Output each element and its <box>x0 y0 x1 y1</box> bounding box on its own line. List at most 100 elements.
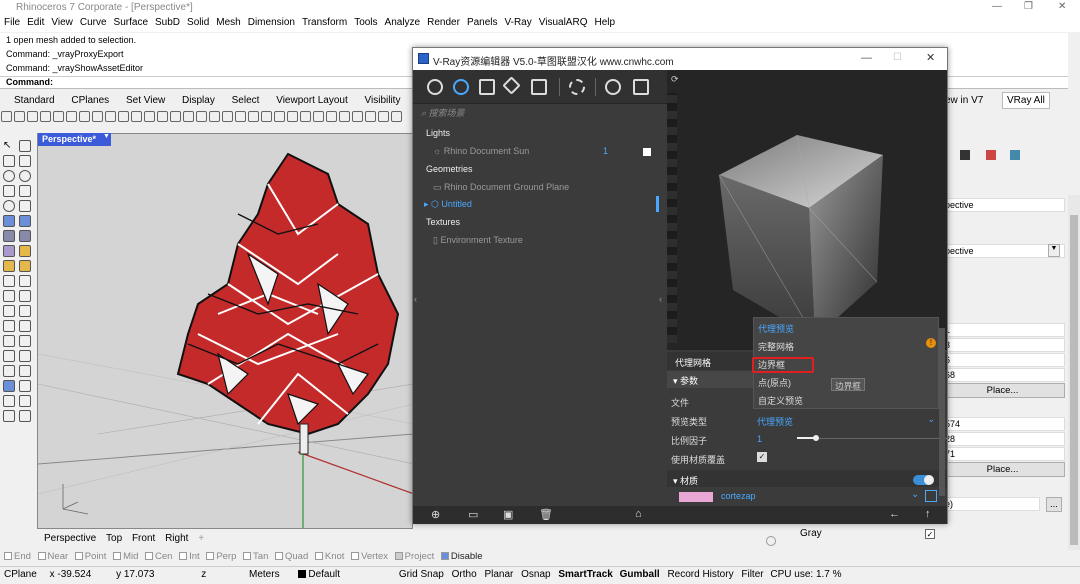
cplane-icon[interactable] <box>183 111 194 122</box>
scale-icon[interactable] <box>19 320 31 332</box>
status-gumball[interactable]: Gumball <box>620 567 660 580</box>
chevron-down-icon[interactable]: ⌄ <box>911 489 919 500</box>
extrude-icon[interactable] <box>19 260 31 272</box>
tab-display[interactable]: Display <box>182 92 215 106</box>
menu-dimension[interactable]: Dimension <box>244 16 298 28</box>
status-planar[interactable]: Planar <box>484 567 513 580</box>
new-icon[interactable] <box>1 111 12 122</box>
open-folder-icon[interactable]: ▭ <box>468 508 478 521</box>
material-name[interactable]: cortezap <box>721 491 756 501</box>
rotate-tool-icon[interactable] <box>3 320 15 332</box>
osnap-near[interactable]: Near <box>37 551 68 562</box>
open-icon[interactable] <box>14 111 25 122</box>
render-icon[interactable] <box>209 111 220 122</box>
menu-edit[interactable]: Edit <box>23 16 47 28</box>
lights-icon[interactable] <box>453 79 469 95</box>
text-icon[interactable] <box>19 350 31 362</box>
array-icon[interactable] <box>19 335 31 347</box>
detail-icon[interactable] <box>19 395 31 407</box>
tab-visibility[interactable]: Visibility <box>365 92 401 106</box>
add-viewport-icon[interactable]: + <box>198 531 204 544</box>
dropdown-header[interactable]: 代理预览 <box>758 322 794 335</box>
group-icon[interactable] <box>339 111 350 122</box>
add-asset-icon[interactable]: ⊕ <box>431 508 440 521</box>
menu-view[interactable]: View <box>47 16 76 28</box>
split-icon[interactable] <box>19 290 31 302</box>
gear-icon[interactable] <box>3 410 15 422</box>
render-tool-icon[interactable] <box>3 380 15 392</box>
mesh-tool-icon[interactable] <box>3 245 15 257</box>
save-icon[interactable] <box>27 111 38 122</box>
rotate-icon[interactable] <box>131 111 142 122</box>
rp-field[interactable]: 3 <box>940 338 1065 352</box>
frame-buffer-icon[interactable] <box>633 79 649 95</box>
menu-transform[interactable]: Transform <box>298 16 350 28</box>
properties-icon[interactable] <box>261 111 272 122</box>
scale-slider-handle[interactable] <box>813 435 819 441</box>
status-osnap[interactable]: Osnap <box>521 567 550 580</box>
category-lights[interactable]: Lights <box>426 128 450 138</box>
menu-visualarq[interactable]: VisualARQ <box>535 16 591 28</box>
tree-item-untitled[interactable]: ▸ ⬡ Untitled <box>424 196 659 212</box>
tree-item-ground-plane[interactable]: ▭ Rhino Document Ground Plane <box>433 182 659 193</box>
material-link-icon[interactable] <box>925 490 937 502</box>
tool-icon[interactable] <box>391 111 402 122</box>
light-tool-icon[interactable] <box>19 380 31 392</box>
zoom-icon[interactable] <box>144 111 155 122</box>
rp-field[interactable]: 574 <box>940 417 1065 431</box>
delete-icon[interactable]: 🗑 <box>539 508 553 521</box>
vp-tab-right[interactable]: Right <box>165 531 188 544</box>
material-icon[interactable] <box>235 111 246 122</box>
copy-icon[interactable] <box>92 111 103 122</box>
scrollbar-thumb[interactable] <box>1070 215 1078 545</box>
place-button[interactable]: Place... <box>940 462 1065 477</box>
rectangle-icon[interactable] <box>19 185 31 197</box>
display-icon[interactable] <box>960 150 970 160</box>
menu-surface[interactable]: Surface <box>110 16 151 28</box>
copy-tool-icon[interactable] <box>19 305 31 317</box>
dimension-icon[interactable] <box>3 350 15 362</box>
pan-icon[interactable] <box>118 111 129 122</box>
rp-field[interactable]: 68 <box>940 368 1065 382</box>
expand-arrow-icon[interactable]: ▸ <box>424 199 431 209</box>
minimize-icon[interactable]: — <box>861 52 872 64</box>
sun-color-swatch[interactable] <box>643 148 651 156</box>
tree-item-sun[interactable]: ☼ Rhino Document Sun 1 <box>433 146 659 156</box>
back-arrow-icon[interactable]: ← <box>889 508 900 520</box>
mirror-icon[interactable] <box>3 335 15 347</box>
point-icon[interactable] <box>19 140 31 152</box>
tab-new-in-v7[interactable]: ew in V7 <box>945 92 983 106</box>
osnap-int[interactable]: Int <box>179 551 200 562</box>
materials-icon[interactable] <box>427 79 443 95</box>
move-icon[interactable] <box>3 305 15 317</box>
polygon-icon[interactable] <box>3 185 15 197</box>
show-icon[interactable] <box>326 111 337 122</box>
fillet-icon[interactable] <box>19 200 31 212</box>
help-icon[interactable] <box>287 111 298 122</box>
option-point-origin[interactable]: 点(原点) <box>758 376 791 389</box>
osnap-point[interactable]: Point <box>74 551 106 562</box>
rp-field[interactable]: pective <box>940 244 1065 258</box>
osnap-vertex[interactable]: Vertex <box>351 551 388 562</box>
osnap-mid[interactable]: Mid <box>113 551 138 562</box>
layer-icon[interactable] <box>248 111 259 122</box>
osnap-quad[interactable]: Quad <box>275 551 308 562</box>
tab-viewport-layout[interactable]: Viewport Layout <box>276 92 348 106</box>
print-icon[interactable] <box>40 111 51 122</box>
preview-type-select[interactable]: 代理预览 ⌄ <box>757 414 939 428</box>
minimize-icon[interactable]: — <box>992 1 1002 12</box>
menu-curve[interactable]: Curve <box>76 16 110 28</box>
tab-cplanes[interactable]: CPlanes <box>71 92 109 106</box>
render-teapot-icon[interactable] <box>605 79 621 95</box>
ellipse-icon[interactable] <box>3 200 15 212</box>
layout-icon[interactable] <box>3 395 15 407</box>
gear-icon[interactable] <box>766 536 776 546</box>
material-tab-icon[interactable] <box>986 150 996 160</box>
checkmark-icon[interactable] <box>19 410 31 422</box>
lock-icon[interactable] <box>300 111 311 122</box>
cleanup-icon[interactable]: ⌂ <box>635 508 642 520</box>
material-color-swatch[interactable] <box>679 492 713 502</box>
tab-standard[interactable]: Standard <box>14 92 55 106</box>
status-grid-snap[interactable]: Grid Snap <box>399 567 444 580</box>
tab-vray-all[interactable]: VRay All <box>1002 92 1050 109</box>
